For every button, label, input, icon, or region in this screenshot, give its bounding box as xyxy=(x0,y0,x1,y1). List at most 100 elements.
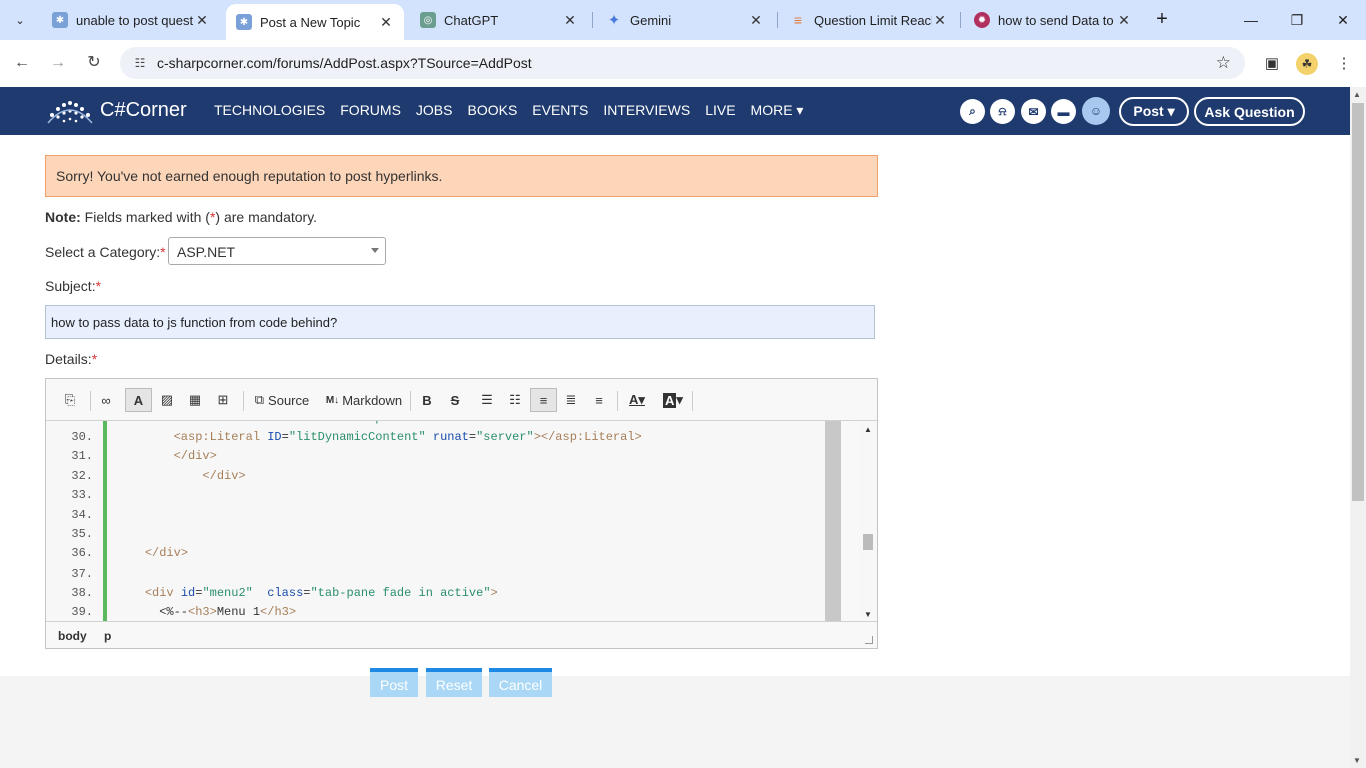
forward-arrow-icon[interactable]: → xyxy=(47,52,69,74)
code-text: <%--<h3>Menu 1</h3> xyxy=(116,605,297,619)
tab-0[interactable]: ✱ unable to post questi ✕ xyxy=(40,0,222,40)
new-tab-plus-icon[interactable]: + xyxy=(1150,8,1174,32)
post-dropdown-button[interactable]: Post ▾ xyxy=(1119,97,1189,126)
browser-menu-icon[interactable]: ⋮ xyxy=(1333,53,1355,75)
nav-events[interactable]: EVENTS xyxy=(532,102,588,119)
restore-icon[interactable]: ❐ xyxy=(1282,8,1312,32)
nav-forums[interactable]: FORUMS xyxy=(340,102,401,119)
background-color-icon[interactable]: A ▾ xyxy=(658,388,688,412)
window-close-icon[interactable]: ✕ xyxy=(1328,8,1358,32)
mail-icon[interactable]: ✉ xyxy=(1021,99,1046,124)
profile-avatar-icon[interactable]: ☘ xyxy=(1296,53,1318,75)
image-icon[interactable]: ▨ xyxy=(155,388,179,412)
resize-handle-icon[interactable] xyxy=(865,636,873,644)
tab-5[interactable]: ✹ how to send Data to ✕ xyxy=(962,0,1144,40)
line-number: 39. xyxy=(71,605,93,619)
code-area[interactable]: 29. <div id="menu1" class="tab-pane fade… xyxy=(46,421,825,621)
line-number: 30. xyxy=(71,430,93,444)
text-style-icon[interactable]: A xyxy=(125,388,152,412)
required-star: * xyxy=(95,278,102,294)
code-line: 33. xyxy=(46,488,825,507)
tab-favicon-icon: ✱ xyxy=(52,12,68,28)
tab-4[interactable]: ≡ Question Limit Reach ✕ xyxy=(778,0,960,40)
tab-3[interactable]: ✦ Gemini ✕ xyxy=(594,0,776,40)
text-color-icon[interactable]: A▾ xyxy=(622,388,652,412)
line-number: 35. xyxy=(71,527,93,541)
chatgpt-favicon-icon: ◎ xyxy=(420,12,436,28)
bold-icon[interactable]: B xyxy=(415,388,439,412)
tab-close-icon[interactable]: ✕ xyxy=(194,12,210,29)
chat-icon[interactable]: ▬ xyxy=(1051,99,1076,124)
side-panel-icon[interactable]: ▣ xyxy=(1261,53,1283,75)
nav-jobs[interactable]: JOBS xyxy=(416,102,453,119)
numbered-list-icon[interactable]: ☰ xyxy=(475,388,499,412)
url-text: c-sharpcorner.com/forums/AddPost.aspx?TS… xyxy=(157,55,532,71)
nav-live[interactable]: LIVE xyxy=(705,102,735,119)
table-icon[interactable]: ⊞ xyxy=(211,388,235,412)
align-center-icon[interactable]: ≣ xyxy=(559,388,583,412)
scroll-up-arrow-icon[interactable]: ▲ xyxy=(1353,90,1361,99)
page-scrollbar[interactable]: ▲ ▼ xyxy=(1350,87,1366,768)
footer-area xyxy=(0,676,1350,768)
strikethrough-icon[interactable]: S xyxy=(443,388,467,412)
scroll-down-arrow-icon[interactable]: ▼ xyxy=(1353,756,1361,765)
post-button[interactable]: Post xyxy=(370,668,418,697)
line-number: 34. xyxy=(71,508,93,522)
editor-scrollbar[interactable]: ▲ ▼ xyxy=(859,421,877,621)
category-label-text: Select a Category: xyxy=(45,244,161,260)
link-icon[interactable]: ∞ xyxy=(94,388,118,412)
media-icon[interactable]: ▦ xyxy=(183,388,207,412)
ask-question-button[interactable]: Ask Question xyxy=(1194,97,1305,126)
site-info-icon[interactable]: ☷ xyxy=(132,55,148,71)
csharpcorner-logo-icon[interactable] xyxy=(44,93,96,129)
line-number: 38. xyxy=(71,586,93,600)
cancel-button[interactable]: Cancel xyxy=(489,668,552,697)
scroll-down-arrow-icon[interactable]: ▼ xyxy=(864,610,872,619)
bookmark-star-icon[interactable]: ☆ xyxy=(1216,53,1231,73)
scroll-up-arrow-icon[interactable]: ▲ xyxy=(864,425,872,434)
paste-icon[interactable]: ⎘ xyxy=(58,388,82,412)
reset-button[interactable]: Reset xyxy=(426,668,482,697)
tab-close-icon[interactable]: ✕ xyxy=(378,14,394,31)
align-right-icon[interactable]: ≡ xyxy=(587,388,611,412)
user-avatar[interactable]: ☺ xyxy=(1082,97,1110,125)
site-logo-text[interactable]: C#Corner xyxy=(100,99,187,122)
line-number: 33. xyxy=(71,488,93,502)
path-p[interactable]: p xyxy=(104,629,111,643)
code-text: </div> xyxy=(144,546,189,560)
path-body[interactable]: body xyxy=(58,629,87,643)
source-button[interactable]: ⧉ Source xyxy=(250,388,314,412)
search-icon[interactable]: ⌕ xyxy=(960,99,985,124)
tab-separator xyxy=(960,12,961,28)
tab-1-active[interactable]: ✱ Post a New Topic ✕ xyxy=(226,4,404,40)
category-select[interactable]: ASP.NET xyxy=(168,237,386,265)
browser-window: { "browser": { "tabs": [ {"title": "unab… xyxy=(0,0,1366,768)
bulleted-list-icon[interactable]: ☷ xyxy=(503,388,527,412)
nav-books[interactable]: BOOKS xyxy=(468,102,518,119)
subject-input[interactable]: how to pass data to js function from cod… xyxy=(45,305,875,339)
line-number: 29. xyxy=(46,421,93,425)
notification-bell-icon[interactable]: ⍾ xyxy=(990,99,1015,124)
address-bar[interactable]: ☷ c-sharpcorner.com/forums/AddPost.aspx?… xyxy=(120,47,1245,79)
tab-search-chevron-icon[interactable]: ⌄ xyxy=(8,8,32,32)
editor-scrollbar-thumb[interactable] xyxy=(863,534,873,550)
code-panel-scrollbar[interactable] xyxy=(825,421,841,621)
align-left-icon[interactable]: ≡ xyxy=(530,388,557,412)
tab-close-icon[interactable]: ✕ xyxy=(562,12,578,29)
code-text: <div id="menu1" class="tab-pane fade in … xyxy=(116,421,527,425)
line-number: 37. xyxy=(71,567,93,581)
nav-technologies[interactable]: TECHNOLOGIES xyxy=(214,102,325,119)
markdown-button[interactable]: M↓ Markdown xyxy=(324,388,404,412)
reload-icon[interactable]: ↻ xyxy=(83,52,105,74)
tab-close-icon[interactable]: ✕ xyxy=(932,12,948,29)
back-arrow-icon[interactable]: ← xyxy=(11,52,33,74)
minimize-icon[interactable]: — xyxy=(1236,8,1266,32)
markdown-icon: M↓ xyxy=(325,394,340,406)
nav-more[interactable]: MORE ▾ xyxy=(751,102,804,119)
tab-close-icon[interactable]: ✕ xyxy=(1116,12,1132,29)
nav-interviews[interactable]: INTERVIEWS xyxy=(603,102,690,119)
scrollbar-thumb[interactable] xyxy=(1352,103,1364,501)
tab-close-icon[interactable]: ✕ xyxy=(748,12,764,29)
toolbar-separator xyxy=(617,391,618,411)
tab-2[interactable]: ◎ ChatGPT ✕ xyxy=(408,0,590,40)
